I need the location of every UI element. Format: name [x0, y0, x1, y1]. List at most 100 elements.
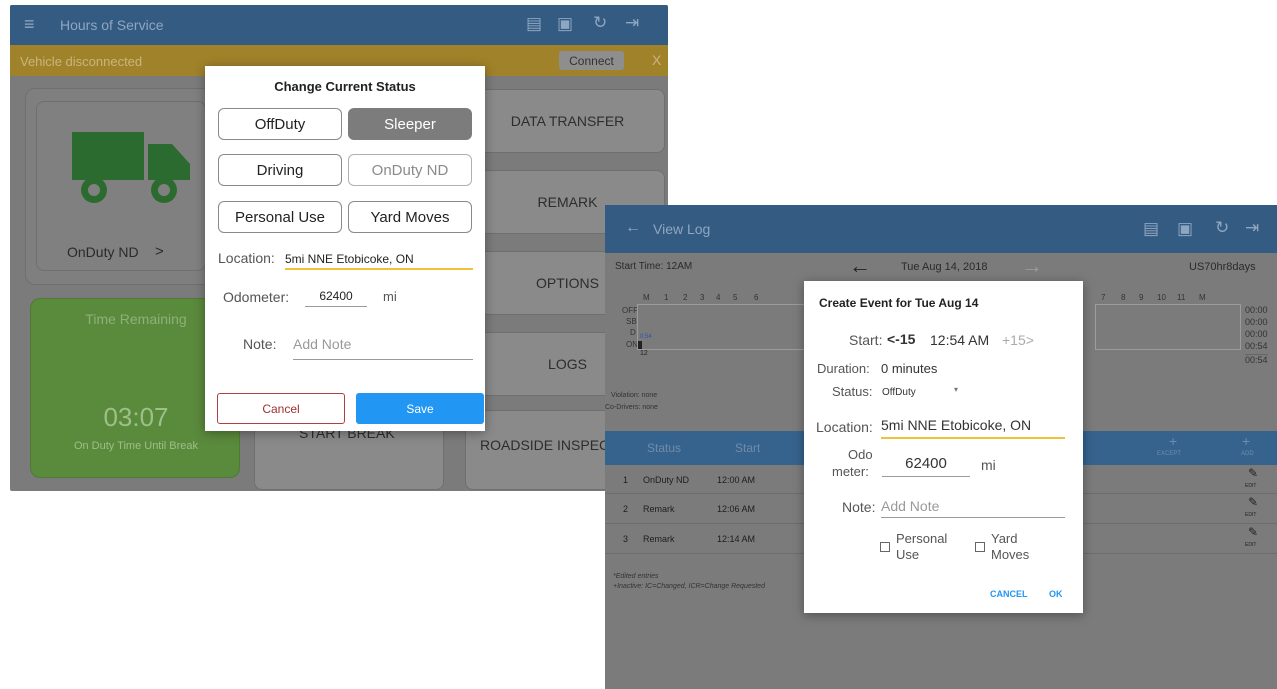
grid-row-label: OFF [622, 306, 638, 315]
hours-of-service-screen: ≡ Hours of Service ▤ ▣ ↻ ⇥ Vehicle disco… [10, 5, 668, 491]
grid-total: 00:00 [1245, 305, 1268, 315]
personal-use-button[interactable]: Personal Use [218, 201, 342, 233]
grid-hour-label: 1 [664, 293, 669, 302]
row-number: 1 [623, 475, 629, 485]
duration-label: Duration: [817, 361, 870, 376]
previous-day-arrow-icon[interactable]: ← [849, 253, 871, 279]
dialog-title: Create Event for Tue Aug 14 [819, 296, 979, 310]
app-bar: ≡ Hours of Service ▤ ▣ ↻ ⇥ [10, 5, 668, 45]
refresh-icon[interactable]: ↻ [1215, 218, 1229, 238]
grid-hour-label: 2 [683, 293, 688, 302]
driving-button[interactable]: Driving [218, 154, 342, 186]
note-input[interactable]: Add Note [293, 336, 473, 360]
truck-icon [72, 132, 190, 203]
note-label: Note: [243, 336, 277, 352]
grid-hour-label: 4 [716, 293, 721, 302]
location-input[interactable]: 5mi NNE Etobicoke, ON [881, 417, 1065, 439]
start-column-header: Start [735, 441, 761, 455]
footnote-edited: *Edited entries [613, 573, 659, 580]
violation-text: Violation: none [611, 392, 658, 399]
screen-title: View Log [653, 221, 711, 237]
grid-hour-label: 3 [700, 293, 705, 302]
dropdown-arrow-icon[interactable]: ▾ [954, 385, 958, 394]
grid-hour-label: 5 [733, 293, 738, 302]
location-label: Location: [218, 250, 275, 266]
co-drivers-text: Co-Drivers: none [605, 404, 658, 411]
chevron-right-icon: > [155, 243, 164, 260]
transfer-icon[interactable]: ▣ [557, 14, 573, 34]
yard-moves-checkbox[interactable] [975, 542, 985, 552]
app-title: Hours of Service [60, 17, 164, 33]
personal-use-checkbox[interactable] [880, 542, 890, 552]
grid-total: 00:00 [1245, 329, 1268, 339]
yard-moves-button[interactable]: Yard Moves [348, 201, 472, 233]
data-transfer-tile[interactable]: DATA TRANSFER [470, 89, 665, 153]
log-date: Tue Aug 14, 2018 [901, 261, 988, 273]
transfer-icon[interactable]: ▣ [1177, 219, 1193, 239]
grid-hour-label: 7 [1101, 293, 1106, 302]
plus-icon: + [1242, 433, 1251, 449]
edit-pencil-icon[interactable]: ✎ [1248, 466, 1258, 480]
connect-button[interactable]: Connect [559, 51, 624, 70]
odometer-input[interactable]: 62400 [882, 455, 970, 477]
except-button[interactable]: EXCEPT [1157, 451, 1181, 457]
start-time: Start Time: 12AM [615, 261, 693, 272]
grid-mark: 0:54 [640, 334, 652, 340]
cycle-rule: US70hr8days [1189, 261, 1256, 273]
edit-pencil-icon[interactable]: ✎ [1248, 525, 1258, 539]
add-button[interactable]: ADD [1241, 451, 1254, 457]
duration-value: 0 minutes [881, 361, 938, 376]
odometer-label: Odometer: [223, 289, 290, 305]
location-input[interactable]: 5mi NNE Etobicoke, ON [285, 250, 473, 270]
app-bar: ← View Log ▤ ▣ ↻ ⇥ [605, 205, 1277, 253]
on-duty-bar [638, 341, 642, 349]
logout-icon[interactable]: ⇥ [1245, 218, 1259, 238]
row-number: 3 [623, 534, 629, 544]
grid-hour-label: 10 [1157, 293, 1166, 302]
roadside-inspection-label: ROADSIDE INSPEC [480, 437, 610, 453]
menu-icon[interactable]: ≡ [24, 14, 35, 35]
save-button[interactable]: Save [356, 393, 484, 424]
edit-pencil-icon[interactable]: ✎ [1248, 495, 1258, 509]
cancel-button[interactable]: CANCEL [990, 589, 1028, 599]
odometer-unit: mi [981, 457, 996, 473]
back-arrow-icon[interactable]: ← [625, 219, 641, 237]
view-log-screen: ← View Log ▤ ▣ ↻ ⇥ Start Time: 12AM ← Tu… [605, 205, 1277, 689]
grid-row-label: D [630, 328, 636, 337]
odometer-input[interactable]: 62400 [305, 289, 367, 307]
plus-15-button[interactable]: +15> [1002, 332, 1034, 348]
current-status-label: OnDuty ND [67, 244, 139, 260]
message-icon[interactable]: ▤ [1143, 219, 1159, 239]
message-icon[interactable]: ▤ [526, 14, 542, 34]
minus-15-button[interactable]: <-15 [887, 331, 915, 347]
odometer-label-line2: meter: [832, 464, 869, 479]
refresh-icon[interactable]: ↻ [593, 13, 607, 33]
ok-button[interactable]: OK [1049, 589, 1063, 599]
next-day-arrow-icon[interactable]: → [1021, 253, 1043, 279]
edit-button[interactable]: EDIT [1245, 512, 1256, 518]
onduty-nd-button[interactable]: OnDuty ND [348, 154, 472, 186]
cancel-button[interactable]: Cancel [217, 393, 345, 424]
edit-button[interactable]: EDIT [1245, 542, 1256, 548]
grid-hour-label: M [643, 293, 650, 302]
edit-button[interactable]: EDIT [1245, 483, 1256, 489]
row-start: 12:14 AM [717, 534, 756, 544]
grid-hour-label: M [1199, 293, 1206, 302]
vehicle-status-text: Vehicle disconnected [20, 54, 143, 69]
offduty-button[interactable]: OffDuty [218, 108, 342, 140]
row-status: OnDuty ND [643, 475, 690, 485]
note-input[interactable]: Add Note [881, 498, 1065, 518]
close-banner-button[interactable]: X [652, 52, 661, 68]
row-start: 12:00 AM [717, 475, 756, 485]
grid-row-label: SB [626, 317, 637, 326]
status-dropdown[interactable]: OffDuty [882, 387, 916, 398]
odometer-unit: mi [383, 289, 397, 304]
sleeper-button[interactable]: Sleeper [348, 108, 472, 140]
grid-hour-label: 8 [1121, 293, 1126, 302]
personal-use-label-line1: Personal [896, 531, 948, 546]
grid-left-section [637, 304, 807, 350]
row-number: 2 [623, 504, 629, 514]
logout-icon[interactable]: ⇥ [625, 13, 639, 33]
current-status-card[interactable]: OnDuty ND > [36, 101, 206, 271]
grid-total: 00:00 [1245, 317, 1268, 327]
